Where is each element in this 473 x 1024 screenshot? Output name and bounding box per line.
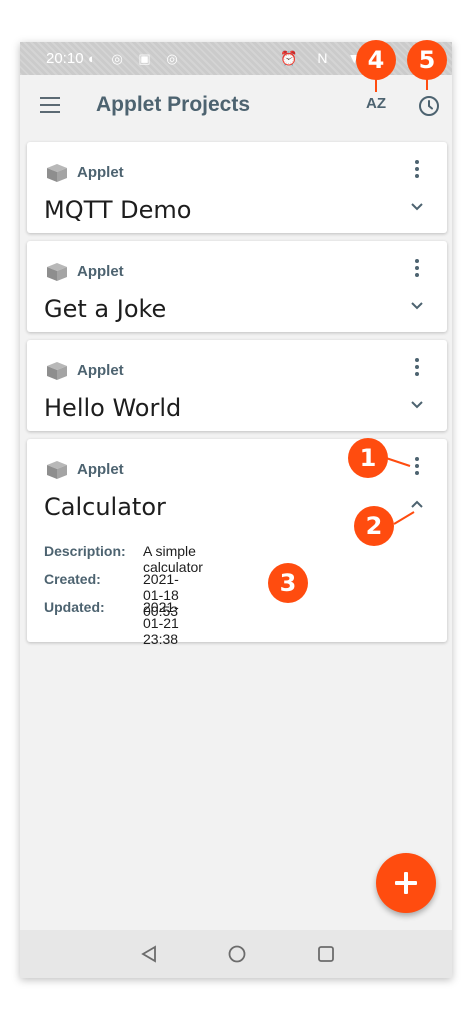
callout-badge: 5 xyxy=(407,40,447,80)
project-name: MQTT Demo xyxy=(44,196,192,224)
page-title: Applet Projects xyxy=(96,93,251,116)
system-nav-bar xyxy=(20,930,452,978)
home-icon[interactable] xyxy=(227,944,247,964)
project-type-label: Applet xyxy=(77,164,124,181)
recents-icon[interactable] xyxy=(316,944,336,964)
project-type-label: Applet xyxy=(77,263,124,280)
callout-badge: 3 xyxy=(268,563,308,603)
chevron-down-icon[interactable] xyxy=(410,202,424,212)
callout-badge: 4 xyxy=(356,40,396,80)
more-options-icon[interactable] xyxy=(413,457,421,479)
menu-icon[interactable] xyxy=(40,97,60,117)
project-card[interactable]: Applet Get a Joke xyxy=(27,241,447,332)
chevron-down-icon[interactable] xyxy=(410,301,424,311)
app-bar: Applet Projects AZ xyxy=(20,75,452,139)
project-name: Hello World xyxy=(44,394,182,422)
more-options-icon[interactable] xyxy=(413,259,421,281)
applet-cube-icon xyxy=(47,263,67,281)
created-label: Created: xyxy=(44,571,101,587)
project-card[interactable]: Applet Hello World xyxy=(27,340,447,431)
applet-cube-icon xyxy=(47,362,67,380)
updated-label: Updated: xyxy=(44,599,105,615)
project-type-label: Applet xyxy=(77,461,124,478)
description-label: Description: xyxy=(44,543,126,559)
updated-value: 2021-01-21 23:38 xyxy=(143,599,179,647)
notification-icons: ◐ ◎ ▣ ◎ xyxy=(88,51,184,66)
project-name: Get a Joke xyxy=(44,295,167,323)
add-project-button[interactable] xyxy=(376,853,436,913)
more-options-icon[interactable] xyxy=(413,358,421,380)
status-time: 20:10 xyxy=(46,50,84,67)
chevron-down-icon[interactable] xyxy=(410,400,424,410)
project-type-label: Applet xyxy=(77,362,124,379)
applet-cube-icon xyxy=(47,461,67,479)
applet-cube-icon xyxy=(47,164,67,182)
chevron-up-icon[interactable] xyxy=(410,499,424,509)
sort-alphabetical-icon[interactable]: AZ xyxy=(366,95,386,112)
back-icon[interactable] xyxy=(140,944,158,964)
history-clock-icon[interactable] xyxy=(417,94,441,118)
project-name: Calculator xyxy=(44,493,166,521)
callout-badge: 2 xyxy=(354,506,394,546)
project-card[interactable]: Applet MQTT Demo xyxy=(27,142,447,233)
more-options-icon[interactable] xyxy=(413,160,421,182)
callout-badge: 1 xyxy=(348,438,388,478)
